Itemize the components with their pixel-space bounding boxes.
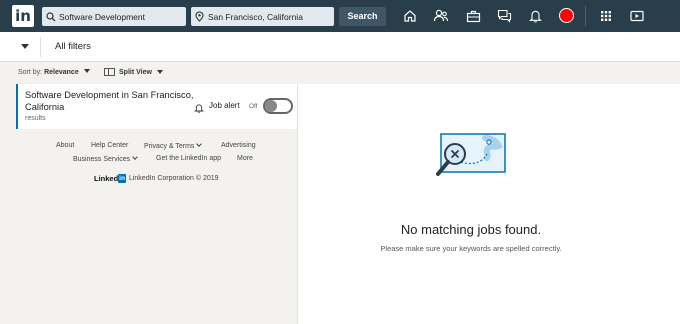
view-mode-dropdown[interactable]: Split View xyxy=(104,68,163,76)
linkedin-in-logo: in xyxy=(118,174,126,183)
empty-state-heading: No matching jobs found. xyxy=(400,222,542,237)
sort-by-dropdown[interactable]: Sort by: Relevance xyxy=(18,69,90,76)
footer-link-about[interactable]: About xyxy=(56,142,74,149)
me-avatar[interactable] xyxy=(559,8,574,23)
copyright-text: LinkedIn Corporation © 2019 xyxy=(128,175,219,182)
footer-link-advertising[interactable]: Advertising xyxy=(221,142,256,149)
sort-by-value: Relevance xyxy=(44,69,79,76)
global-nav: in Search xyxy=(0,0,680,32)
footer-link-help-center[interactable]: Help Center xyxy=(91,142,128,149)
location-pin-icon xyxy=(195,11,205,22)
chevron-down-icon xyxy=(132,154,139,160)
search-button[interactable]: Search xyxy=(339,7,386,26)
view-mode-label: Split View xyxy=(119,68,152,76)
linkedin-logo[interactable]: in xyxy=(12,5,34,27)
footer-link-business-services[interactable]: Business Services xyxy=(73,154,139,163)
search-icon xyxy=(46,11,56,22)
home-icon[interactable] xyxy=(402,8,418,24)
job-alert-state-label: Off xyxy=(249,103,258,110)
nav-divider xyxy=(585,6,586,26)
caret-down-icon xyxy=(156,70,163,74)
keyword-search-input[interactable] xyxy=(59,11,186,22)
learning-icon[interactable] xyxy=(629,8,645,24)
footer-link-privacy-terms[interactable]: Privacy & Terms xyxy=(144,141,203,150)
filter-divider xyxy=(40,37,41,57)
no-results-map-illustration xyxy=(436,133,506,176)
job-alert-toggle[interactable] xyxy=(263,98,293,114)
filter-toggle-caret-icon[interactable] xyxy=(21,44,29,49)
empty-state-hint: Please make sure your keywords are spell… xyxy=(380,244,562,253)
footer-brand: Linked in LinkedIn Corporation © 2019 xyxy=(94,174,219,183)
location-search-input[interactable] xyxy=(207,11,334,22)
toggle-knob xyxy=(265,100,277,112)
split-view-icon xyxy=(104,68,115,76)
search-result-header-card: Software Development in San Francisco, C… xyxy=(16,84,297,129)
filter-bar: All filters xyxy=(0,32,680,62)
jobs-icon[interactable] xyxy=(465,8,481,24)
sort-by-prefix: Sort by: xyxy=(18,69,43,76)
my-network-icon[interactable] xyxy=(433,8,449,24)
chevron-down-icon xyxy=(196,141,203,147)
footer-link-privacy-terms-label: Privacy & Terms xyxy=(144,143,195,150)
search-result-count: results xyxy=(25,115,46,122)
linkedin-wordmark: Linked xyxy=(94,174,119,183)
job-detail-panel: No matching jobs found. Please make sure… xyxy=(297,84,680,324)
bell-icon xyxy=(194,100,204,113)
footer-link-business-services-label: Business Services xyxy=(73,156,131,163)
all-filters-button[interactable]: All filters xyxy=(55,41,91,52)
results-panel: Software Development in San Francisco, C… xyxy=(0,84,297,324)
footer-link-more[interactable]: More xyxy=(237,155,253,162)
notifications-icon[interactable] xyxy=(527,8,543,24)
job-alert-label: Job alert xyxy=(209,101,240,110)
keyword-search-box[interactable] xyxy=(42,7,186,26)
search-result-title: Software Development in San Francisco, C… xyxy=(25,90,194,112)
messaging-icon[interactable] xyxy=(496,8,512,24)
location-search-box[interactable] xyxy=(191,7,334,26)
work-grid-icon[interactable] xyxy=(598,8,614,24)
caret-down-icon xyxy=(83,69,90,73)
sort-bar: Sort by: Relevance Split View xyxy=(0,62,680,84)
footer-link-get-app[interactable]: Get the LinkedIn app xyxy=(156,155,221,162)
